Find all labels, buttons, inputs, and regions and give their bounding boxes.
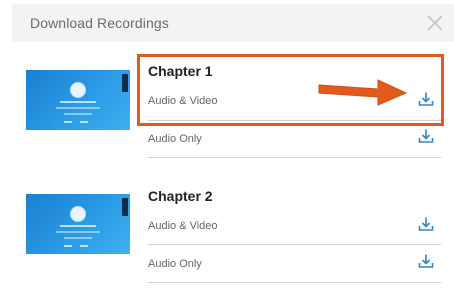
chapter-2-audio-video-label: Audio & Video <box>148 220 218 232</box>
download-icon[interactable] <box>418 253 434 269</box>
arrow-annotation-icon <box>318 79 408 106</box>
chapter-2-audio-only-label: Audio Only <box>148 258 202 270</box>
close-icon[interactable] <box>426 14 444 32</box>
chapter-1-audio-only-label: Audio Only <box>148 133 202 145</box>
chapter-1-thumbnail <box>26 70 130 130</box>
chapter-2-title: Chapter 2 <box>148 188 213 204</box>
dialog-title: Download Recordings <box>30 15 169 31</box>
download-icon[interactable] <box>418 128 434 144</box>
dialog-header: Download Recordings <box>12 4 454 42</box>
row-divider <box>148 157 441 158</box>
download-icon[interactable] <box>418 216 434 232</box>
row-divider <box>148 244 441 245</box>
row-divider <box>148 282 441 283</box>
chapter-2-thumbnail <box>26 194 130 254</box>
